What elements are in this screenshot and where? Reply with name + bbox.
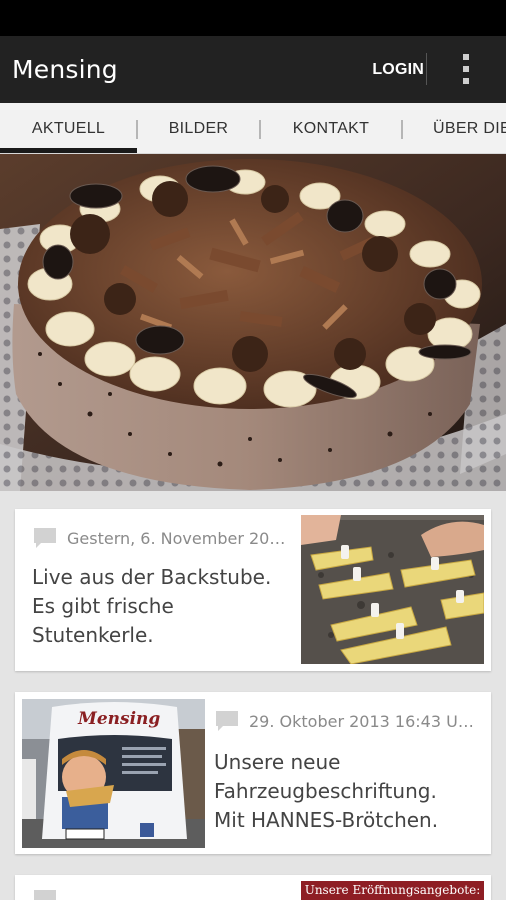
hero-cake-image[interactable] (0, 154, 506, 491)
card-meta (33, 889, 293, 900)
card-text-line: Live aus der Backstube. (32, 565, 272, 589)
van-brand-text: Mensing (77, 709, 160, 729)
card-meta: Gestern, 6. November 20… (33, 527, 303, 549)
card-date: 29. Oktober 2013 16:43 U… (249, 711, 474, 731)
login-button[interactable]: LOGIN (372, 50, 424, 90)
card-date: Gestern, 6. November 20… (67, 528, 286, 548)
news-card-2[interactable]: Mensing 29. Oktober 2013 16:43 U… Unsere… (15, 692, 491, 854)
tab-ueber-die[interactable]: ÜBER DIE (402, 103, 506, 153)
card-meta: 29. Oktober 2013 16:43 U… (215, 710, 487, 732)
tab-bilder[interactable]: BILDER (137, 103, 260, 153)
card-headline: Live aus der Backstube. Es gibt frische … (32, 563, 302, 650)
action-bar: Mensing LOGIN (0, 36, 506, 103)
news-card-3[interactable]: Unsere Eröffnungsangebote: (15, 875, 491, 900)
van-thumbnail[interactable]: Mensing (22, 699, 205, 848)
tab-aktuell[interactable]: AKTUELL (0, 103, 137, 153)
mensing-van-image: Mensing (22, 699, 205, 848)
offers-thumbnail[interactable]: Unsere Eröffnungsangebote: (301, 881, 484, 900)
action-bar-divider (426, 53, 427, 85)
card-text-line: Fahrzeugbeschriftung. (214, 779, 437, 803)
tab-kontakt[interactable]: KONTAKT (260, 103, 402, 153)
stutenkerle-tray-image (301, 515, 484, 664)
comment-icon (34, 890, 56, 900)
overflow-menu-icon[interactable] (455, 50, 479, 88)
card-text-line: Es gibt frische (32, 594, 174, 618)
card-headline: Unsere neue Fahrzeugbeschriftung. Mit HA… (214, 748, 490, 835)
offers-caption: Unsere Eröffnungsangebote: (304, 883, 481, 897)
active-tab-indicator (0, 148, 137, 153)
comment-icon (34, 528, 56, 548)
stutenkerle-thumbnail[interactable] (301, 515, 484, 664)
news-card-1[interactable]: Gestern, 6. November 20… Live aus der Ba… (15, 509, 491, 671)
app-title: Mensing (12, 55, 118, 84)
card-text-line: Unsere neue (214, 750, 341, 774)
status-bar (0, 0, 506, 36)
card-text-line: Mit HANNES-Brötchen. (214, 808, 439, 832)
tab-bar: AKTUELL BILDER KONTAKT ÜBER DIE (0, 103, 506, 154)
chocolate-cake-illustration (0, 154, 506, 491)
comment-icon (216, 711, 238, 731)
card-text-line: Stutenkerle. (32, 623, 154, 647)
